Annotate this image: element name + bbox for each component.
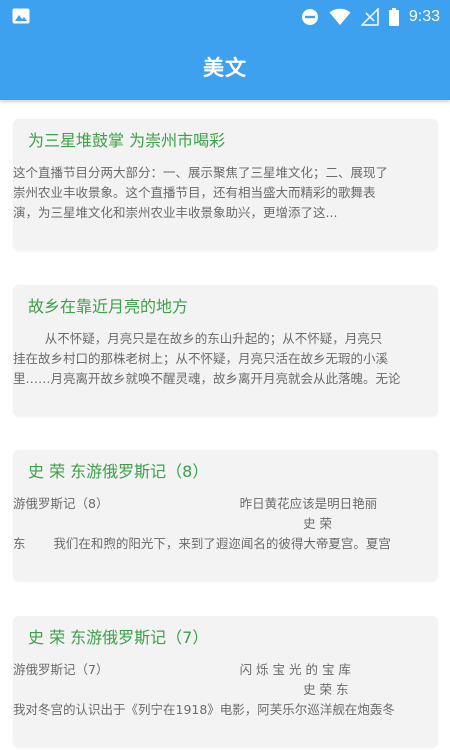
page-title: 美文 (203, 56, 247, 80)
dnd-icon (301, 9, 318, 25)
status-bar: 9:33 (0, 0, 450, 34)
article-title: 为三星堆鼓掌 为崇州市喝彩 (28, 131, 226, 150)
battery-icon (388, 8, 399, 26)
article-card[interactable]: 为三星堆鼓掌 为崇州市喝彩 这个直播节目分两大部分：一、展示聚焦了三星堆文化；二… (13, 119, 438, 250)
article-excerpt: 游俄罗斯记（7） 闪 烁 宝 光 的 宝 库 史 荣 东 我对冬宫的认识出于《列… (13, 662, 395, 717)
status-time: 9:33 (408, 8, 440, 25)
article-card[interactable]: 故乡在靠近月亮的地方 从不怀疑，月亮只是在故乡的东山升起的；从不怀疑，月亮只 挂… (13, 285, 438, 416)
article-card[interactable]: 史 荣 东游俄罗斯记（8） 游俄罗斯记（8） 昨日黄花应该是明日艳丽 史 荣 东… (13, 450, 438, 581)
image-icon (12, 8, 30, 24)
status-icons: 9:33 (301, 6, 440, 28)
wifi-icon (329, 8, 351, 25)
no-signal-icon (360, 8, 379, 26)
article-excerpt: 游俄罗斯记（8） 昨日黄花应该是明日艳丽 史 荣 东 我们在和煦的阳光下，来到了… (13, 496, 391, 551)
article-title: 史 荣 东游俄罗斯记（7） (28, 628, 209, 647)
article-excerpt: 这个直播节目分两大部分：一、展示聚焦了三星堆文化；二、展现了 崇州农业丰收景象。… (13, 165, 389, 220)
article-card[interactable]: 史 荣 东游俄罗斯记（7） 游俄罗斯记（7） 闪 烁 宝 光 的 宝 库 史 荣… (13, 616, 438, 747)
article-title: 故乡在靠近月亮的地方 (28, 297, 189, 316)
article-excerpt: 从不怀疑，月亮只是在故乡的东山升起的；从不怀疑，月亮只 挂在故乡村口的那株老树上… (13, 331, 401, 386)
app-bar: 美文 (0, 34, 450, 100)
article-title: 史 荣 东游俄罗斯记（8） (28, 462, 209, 481)
